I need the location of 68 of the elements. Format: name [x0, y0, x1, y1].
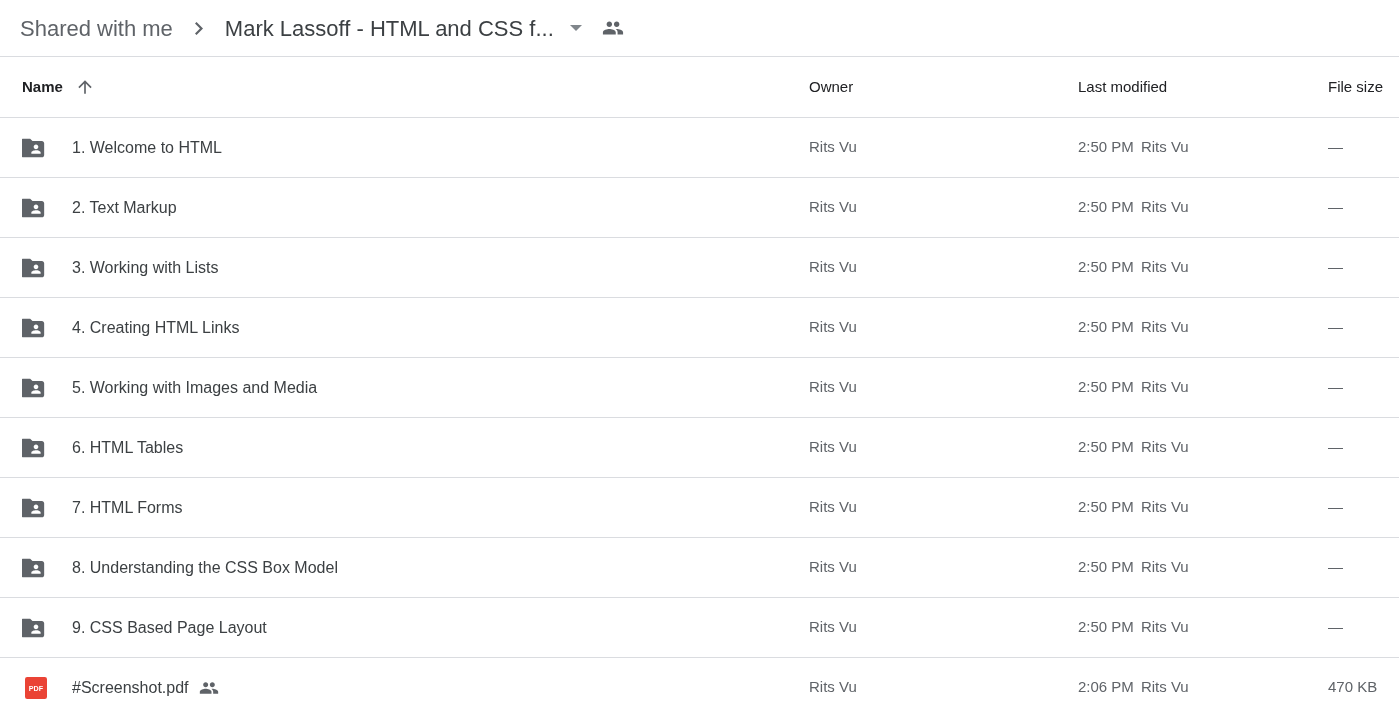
folder-title: Mark Lassoff - HTML and CSS f...: [224, 14, 554, 43]
modifier-name: Rits Vu: [1140, 617, 1189, 638]
file-row[interactable]: 7. HTML Forms Rits Vu 2:50 PM Rits Vu —: [0, 478, 1399, 538]
modified-time: 2:50 PM: [1078, 557, 1134, 578]
file-row[interactable]: 4. Creating HTML Links Rits Vu 2:50 PM Rits Vu —: [0, 298, 1399, 358]
modifier-name: Rits Vu: [1140, 137, 1189, 158]
modified-time: 2:50 PM: [1078, 497, 1134, 518]
modifier-name: Rits Vu: [1140, 197, 1189, 218]
file-size: —: [1328, 137, 1344, 158]
modified-time: 2:50 PM: [1078, 197, 1134, 218]
modified-time: 2:50 PM: [1078, 437, 1134, 458]
file-size: —: [1328, 317, 1344, 338]
column-header[interactable]: Name: [22, 75, 63, 99]
file-row[interactable]: 9. CSS Based Page Layout Rits Vu 2:50 PM Rits Vu —: [0, 598, 1399, 658]
file-size: —: [1328, 257, 1344, 278]
file-name: 6. HTML Tables: [72, 437, 184, 458]
file-name: 9. CSS Based Page Layout: [72, 617, 267, 638]
owner-name: Rits Vu: [809, 557, 858, 578]
file-size: 470 KB: [1328, 677, 1379, 698]
file-name: 8. Understanding the CSS Box Model: [72, 557, 338, 578]
modified-time: 2:50 PM: [1078, 257, 1134, 278]
file-size: —: [1328, 557, 1344, 578]
breadcrumb-link[interactable]: Shared with me: [20, 11, 173, 45]
file-row[interactable]: 2. Text Markup Rits Vu 2:50 PM Rits Vu —: [0, 178, 1399, 238]
owner-name: Rits Vu: [809, 497, 858, 518]
owner-name: Rits Vu: [809, 197, 858, 218]
file-row[interactable]: 1. Welcome to HTML Rits Vu 2:50 PM Rits Vu —: [0, 118, 1399, 178]
file-size: —: [1328, 617, 1344, 638]
file-name: 5. Working with Images and Media: [72, 377, 318, 398]
modifier-name: Rits Vu: [1140, 497, 1189, 518]
chevron-right-icon: [194, 21, 203, 35]
modified-time: 2:50 PM: [1078, 317, 1134, 338]
caret-icon: [569, 25, 582, 31]
folder-title-dropdown[interactable]: Mark Lassoff - HTML and CSS f...: [224, 11, 582, 45]
file-size: —: [1328, 377, 1344, 398]
modified-time: 2:50 PM: [1078, 617, 1134, 638]
file-row[interactable]: 6. HTML Tables Rits Vu 2:50 PM Rits Vu —: [0, 418, 1399, 478]
owner-name: Rits Vu: [809, 137, 858, 158]
file-row[interactable]: 5. Working with Images and Media Rits Vu 2:50 PM Rits Vu —: [0, 358, 1399, 418]
file-size: —: [1328, 497, 1344, 518]
file-name: 7. HTML Forms: [72, 497, 183, 518]
file-name: #Screenshot.pdf: [72, 677, 189, 698]
owner-name: Rits Vu: [809, 677, 858, 698]
file-name: 1. Welcome to HTML: [72, 137, 222, 158]
owner-name: Rits Vu: [809, 377, 858, 398]
file-row[interactable]: 8. Understanding the CSS Box Model Rits Vu 2:50 PM Rits Vu —: [0, 538, 1399, 598]
file-name: 3. Working with Lists: [72, 257, 219, 278]
modifier-name: Rits Vu: [1140, 557, 1189, 578]
owner-name: Rits Vu: [809, 617, 858, 638]
owner-name: Rits Vu: [809, 317, 858, 338]
modified-time: 2:50 PM: [1078, 137, 1134, 158]
modifier-name: Rits Vu: [1140, 317, 1189, 338]
file-name: 4. Creating HTML Links: [72, 317, 240, 338]
modified-time: 2:06 PM: [1078, 677, 1134, 698]
file-row[interactable]: 3. Working with Lists Rits Vu 2:50 PM Rits Vu —: [0, 238, 1399, 298]
modifier-name: Rits Vu: [1140, 437, 1189, 458]
column-header[interactable]: Owner: [809, 75, 854, 99]
owner-name: Rits Vu: [809, 257, 858, 278]
modifier-name: Rits Vu: [1140, 677, 1189, 698]
column-header[interactable]: Last modified: [1078, 75, 1168, 99]
file-size: —: [1328, 437, 1344, 458]
owner-name: Rits Vu: [809, 437, 858, 458]
file-name: 2. Text Markup: [72, 197, 177, 218]
modifier-name: Rits Vu: [1140, 257, 1189, 278]
file-size: —: [1328, 197, 1344, 218]
modifier-name: Rits Vu: [1140, 377, 1189, 398]
column-header[interactable]: File size: [1328, 75, 1383, 99]
modified-time: 2:50 PM: [1078, 377, 1134, 398]
